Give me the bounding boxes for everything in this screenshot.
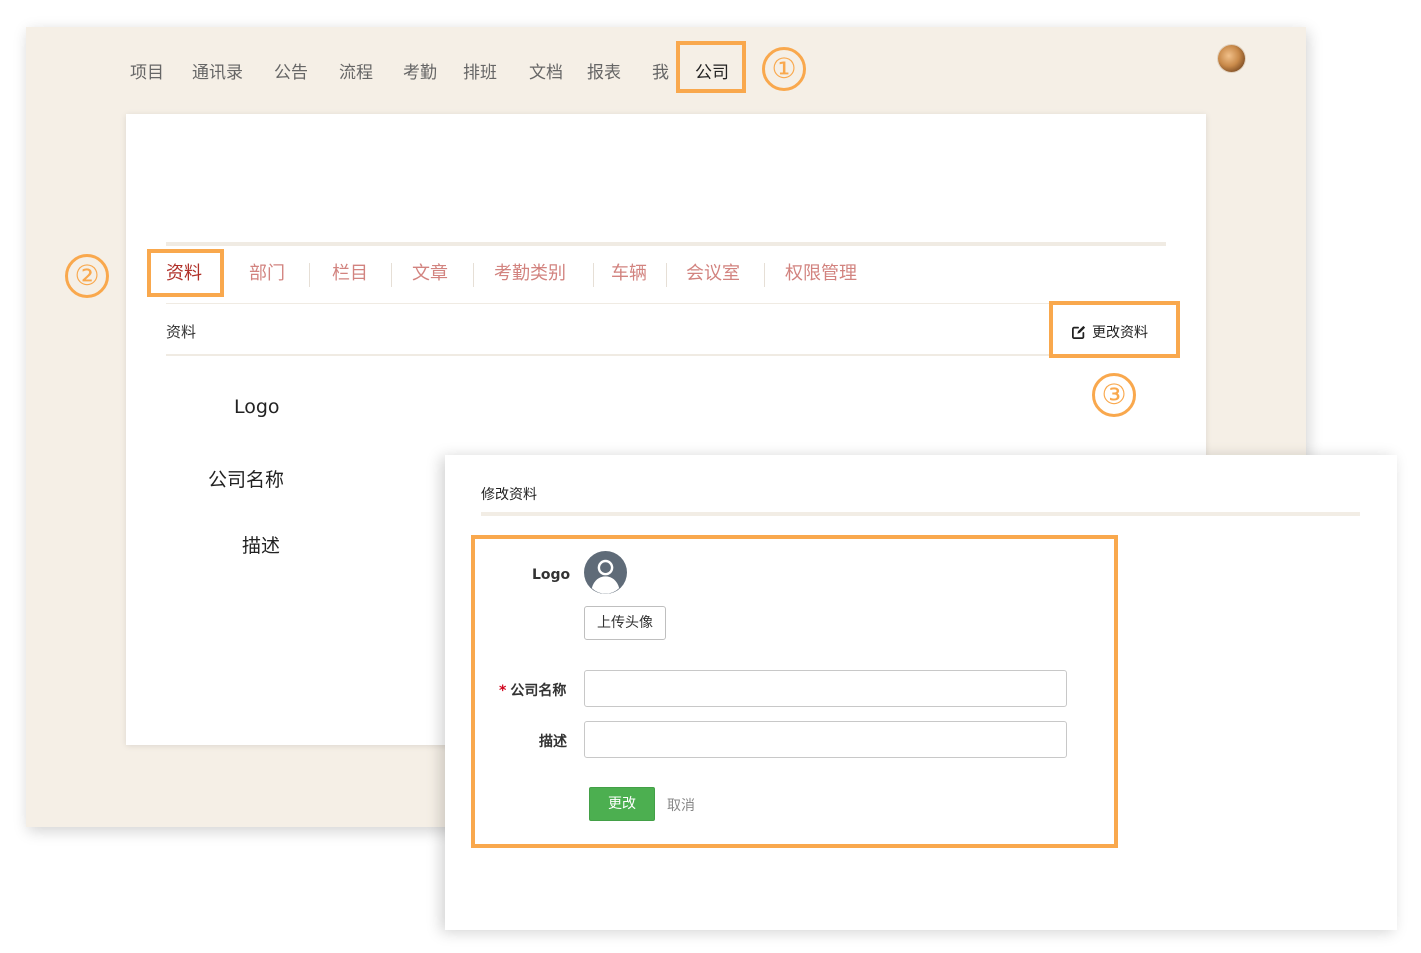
nav-item-workflow[interactable]: 流程 — [339, 58, 373, 83]
nav-item-reports[interactable]: 报表 — [587, 58, 621, 83]
tab-permissions[interactable]: 权限管理 — [785, 259, 857, 285]
tab-vehicles[interactable]: 车辆 — [611, 259, 647, 285]
tab-departments[interactable]: 部门 — [249, 259, 285, 285]
user-avatar[interactable] — [1218, 45, 1245, 72]
annotation-number-1: ① — [762, 47, 806, 91]
section-divider — [166, 354, 1166, 356]
annotation-box-edit-form — [471, 535, 1118, 848]
top-navigation: 项目 通讯录 公告 流程 考勤 排班 文档 报表 我 公司 — [26, 27, 1306, 107]
tab-separator — [391, 263, 392, 287]
nav-item-attendance[interactable]: 考勤 — [403, 58, 437, 83]
modal-title: 修改资料 — [481, 487, 537, 503]
modal-divider — [481, 512, 1360, 516]
field-label-description: 描述 — [242, 535, 281, 557]
annotation-box-edit-button — [1049, 301, 1180, 358]
nav-item-contacts[interactable]: 通讯录 — [192, 58, 243, 83]
nav-item-me[interactable]: 我 — [652, 58, 669, 83]
tabs-divider-bottom — [166, 303, 1166, 304]
field-label-company-name: 公司名称 — [208, 469, 285, 491]
annotation-box-profile-tab — [147, 249, 224, 297]
nav-item-projects[interactable]: 项目 — [130, 58, 164, 83]
nav-item-announcements[interactable]: 公告 — [274, 58, 308, 83]
nav-item-documents[interactable]: 文档 — [529, 58, 563, 83]
section-title: 资料 — [166, 323, 197, 341]
field-label-logo: Logo — [234, 396, 280, 418]
annotation-box-company-nav — [676, 41, 746, 93]
tab-articles[interactable]: 文章 — [412, 259, 448, 285]
annotation-number-3: ③ — [1092, 373, 1136, 417]
tab-columns[interactable]: 栏目 — [332, 259, 368, 285]
tab-separator — [764, 263, 765, 287]
annotation-number-2: ② — [65, 254, 109, 298]
tab-separator — [309, 263, 310, 287]
tabs-divider-top — [166, 242, 1166, 246]
tab-separator — [473, 263, 474, 287]
nav-item-schedule[interactable]: 排班 — [463, 58, 497, 83]
tab-separator — [666, 263, 667, 287]
tab-separator — [593, 263, 594, 287]
tab-attendance-types[interactable]: 考勤类别 — [494, 259, 566, 285]
tab-meeting-rooms[interactable]: 会议室 — [686, 259, 740, 285]
